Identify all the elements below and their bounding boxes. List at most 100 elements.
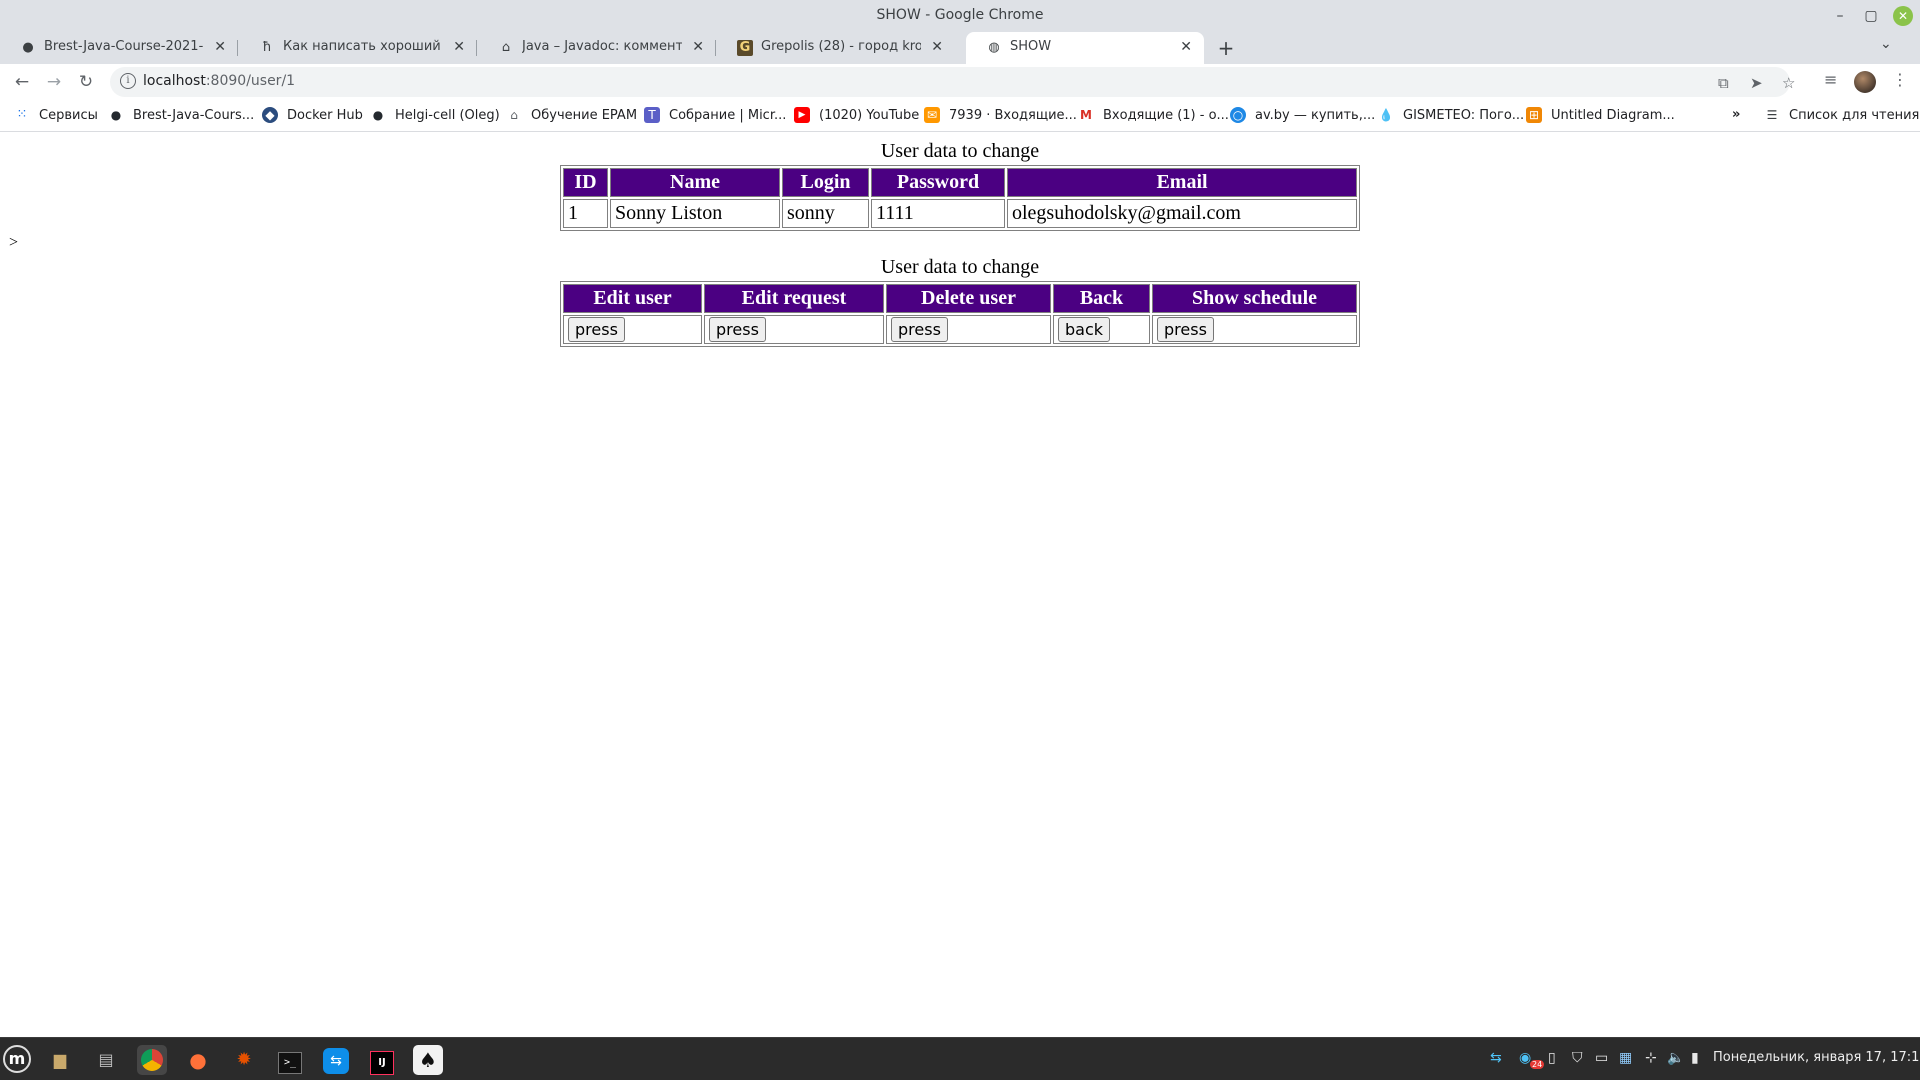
bookmark-brest-java[interactable]: ● Brest-Java-Cours... [108, 107, 254, 123]
taskbar-clock[interactable]: Понедельник, января 17, 17:14 [1713, 1050, 1920, 1065]
globe-icon: ◍ [988, 40, 1000, 55]
teamviewer-tray-icon[interactable]: ⇆ [1490, 1050, 1502, 1066]
translate-icon[interactable]: ⧉ [1718, 74, 1729, 92]
tab-grepolis[interactable]: G Grepolis (28) - город krovelch ✕ [717, 32, 955, 64]
reading-list-icon: ☰ [1766, 108, 1778, 122]
media-control-icon[interactable]: ≡ [1824, 70, 1837, 89]
column-header-login: Login [782, 168, 869, 197]
volume-tray-icon[interactable]: 🔈 [1667, 1050, 1684, 1066]
bookmarks-overflow-icon[interactable]: » [1732, 107, 1740, 122]
close-window-icon[interactable]: ✕ [1893, 6, 1913, 26]
github-icon: ● [372, 108, 384, 122]
tab-label: SHOW [1010, 39, 1052, 54]
bookmark-label: 7939 · Входящие... [949, 107, 1077, 123]
cell-name: Sonny Liston [610, 199, 780, 228]
drive-tray-icon[interactable]: ▭ [1595, 1050, 1608, 1066]
column-header-password: Password [871, 168, 1005, 197]
bookmark-avby[interactable]: ○ av.by — купить,... [1230, 107, 1375, 123]
menu-kebab-icon[interactable]: ⋮ [1892, 70, 1908, 89]
back-icon[interactable]: ← [10, 70, 34, 94]
page-viewport: > User data to change ID Name Login Pass… [0, 132, 1920, 1037]
bookmark-drawio[interactable]: ⊞ Untitled Diagram... [1526, 107, 1675, 123]
edit-user-button[interactable]: press [568, 317, 625, 342]
gmail-icon: M [1080, 108, 1092, 122]
bookmark-youtube[interactable]: ▶ (1020) YouTube [794, 107, 919, 123]
avby-icon: ○ [1230, 107, 1246, 123]
habr-icon: ħ [262, 40, 272, 55]
user-data-table: ID Name Login Password Email 1 Sonny Lis… [560, 165, 1360, 231]
tab-close-icon[interactable]: ✕ [692, 32, 704, 62]
cell-id: 1 [563, 199, 608, 228]
actions-table: Edit user Edit request Delete user Back … [560, 281, 1360, 347]
minimize-icon[interactable]: – [1830, 6, 1850, 26]
bookmark-teams[interactable]: T Собрание | Micr... [644, 107, 786, 123]
bookmark-services[interactable]: ⁙ Сервисы [14, 107, 98, 123]
delete-user-button[interactable]: press [891, 317, 948, 342]
bookmarks-bar: ⁙ Сервисы ● Brest-Java-Cours... ◆ Docker… [0, 100, 1920, 132]
send-icon[interactable]: ➤ [1750, 74, 1763, 92]
bookmark-helgi-cell[interactable]: ● Helgi-cell (Oleg) [370, 107, 500, 123]
shield-tray-icon[interactable]: ⛉ [1572, 1050, 1583, 1066]
bookmark-label: Входящие (1) - о... [1103, 107, 1229, 123]
reading-list-button[interactable]: ☰ Список для чтения [1764, 107, 1920, 123]
bookmark-label: GISMETEO: Пого... [1403, 107, 1525, 123]
teams-icon: T [644, 107, 660, 123]
forward-icon[interactable]: → [42, 70, 66, 94]
new-tab-button[interactable]: + [1212, 34, 1240, 62]
tab-javadoc[interactable]: ⌂ Java – Javadoc: комментарии ✕ [478, 32, 716, 64]
intellij-icon[interactable]: IJ [367, 1045, 397, 1075]
network-tray-icon[interactable]: ⊹ [1645, 1050, 1657, 1066]
bookmark-star-icon[interactable]: ☆ [1782, 74, 1795, 92]
table-header-row: Edit user Edit request Delete user Back … [563, 284, 1357, 313]
clipboard-tray-icon[interactable]: ▯ [1548, 1050, 1556, 1066]
reload-icon[interactable]: ↻ [74, 70, 98, 94]
cell-show-schedule: press [1152, 315, 1357, 344]
column-header-edit-request: Edit request [704, 284, 884, 313]
tab-close-icon[interactable]: ✕ [453, 32, 465, 62]
battery-tray-icon[interactable]: ▮ [1691, 1050, 1699, 1066]
back-button[interactable]: back [1058, 317, 1111, 342]
tab-close-icon[interactable]: ✕ [214, 32, 226, 62]
window-titlebar: SHOW - Google Chrome – ▢ ✕ [0, 0, 1920, 32]
profile-avatar[interactable] [1854, 71, 1876, 93]
cell-delete-user: press [886, 315, 1051, 344]
bookmark-label: Helgi-cell (Oleg) [395, 107, 500, 123]
site-info-icon[interactable]: i [120, 73, 136, 89]
bookmark-label: Docker Hub [287, 107, 363, 123]
maximize-icon[interactable]: ▢ [1861, 6, 1881, 26]
bookmark-gmail[interactable]: M Входящие (1) - о... [1078, 107, 1229, 123]
files-icon[interactable]: ▆ [45, 1045, 75, 1075]
address-bar[interactable]: i localhost:8090/user/1 ⧉ ➤ ☆ [110, 67, 1795, 97]
bookmark-gismeteo[interactable]: 💧 GISMETEO: Пого... [1378, 107, 1525, 123]
github-icon: ● [110, 108, 122, 122]
mint-menu-icon[interactable]: m [3, 1045, 31, 1073]
tab-label: Java – Javadoc: комментарии [522, 39, 682, 54]
bookmark-epam[interactable]: ⌂ Обучение EPAM [506, 107, 637, 123]
url-host: localhost [143, 73, 206, 89]
chrome-taskbar-icon[interactable] [137, 1045, 167, 1075]
keyboard-layout-flag-icon[interactable]: ▦ [1619, 1050, 1632, 1066]
tab-brest-java-course[interactable]: ● Brest-Java-Course-2021-2 ✕ [0, 32, 238, 64]
game-icon[interactable]: ✹ [229, 1045, 259, 1075]
cell-email: olegsuhodolsky@gmail.com [1007, 199, 1357, 228]
drawio-icon: ⊞ [1526, 107, 1542, 123]
show-schedule-button[interactable]: press [1157, 317, 1214, 342]
terminal-icon[interactable]: >_ [275, 1045, 305, 1075]
tab-close-icon[interactable]: ✕ [1180, 32, 1192, 62]
column-header-delete-user: Delete user [886, 284, 1051, 313]
bookmark-docker-hub[interactable]: ◆ Docker Hub [262, 107, 363, 123]
edit-request-button[interactable]: press [709, 317, 766, 342]
tab-close-icon[interactable]: ✕ [931, 32, 943, 62]
solitaire-icon[interactable]: ♠ [413, 1045, 443, 1075]
column-header-back: Back [1053, 284, 1150, 313]
text-editor-icon[interactable]: ▤ [91, 1045, 121, 1075]
tab-show[interactable]: ◍ SHOW ✕ [966, 32, 1204, 64]
tab-search-icon[interactable]: ⌄ [1880, 36, 1892, 52]
url-text[interactable]: localhost:8090/user/1 [143, 73, 295, 89]
tab-readme[interactable]: ħ Как написать хороший README ✕ [239, 32, 477, 64]
bookmark-mail[interactable]: ✉ 7939 · Входящие... [924, 107, 1077, 123]
column-header-edit-user: Edit user [563, 284, 702, 313]
cell-password: 1111 [871, 199, 1005, 228]
firefox-icon[interactable]: ● [183, 1045, 213, 1075]
teamviewer-icon[interactable]: ⇆ [321, 1045, 351, 1075]
